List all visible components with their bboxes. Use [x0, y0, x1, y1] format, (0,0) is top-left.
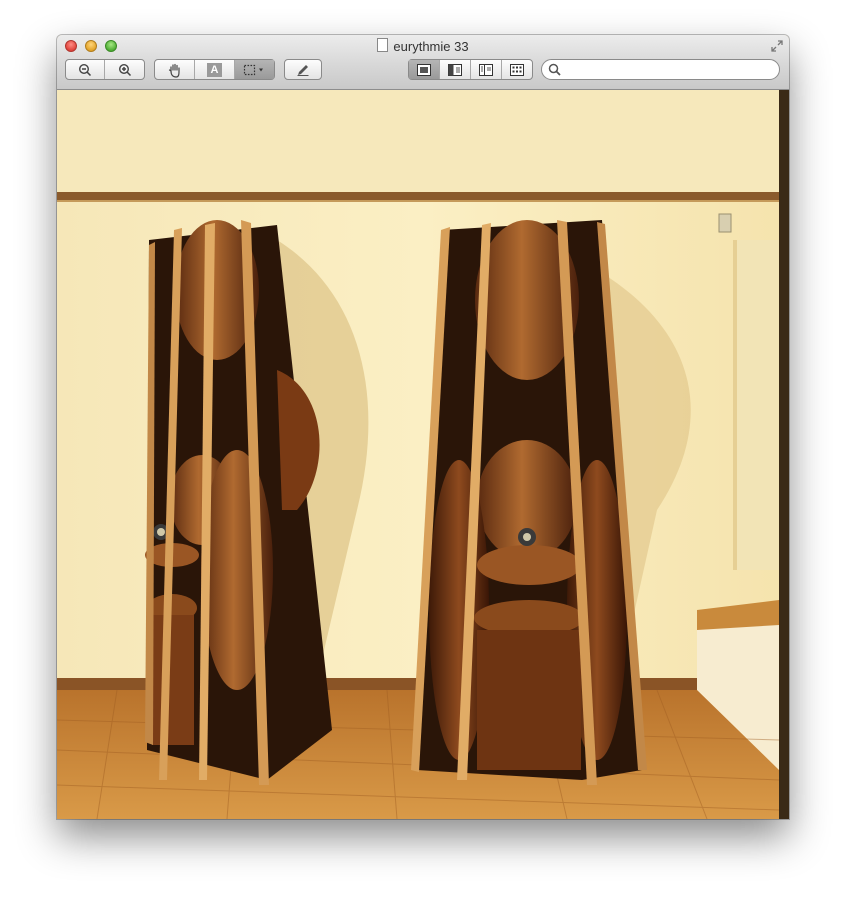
- pencil-icon: [297, 64, 309, 76]
- contact-sheet-icon: [510, 63, 524, 76]
- content-only-view-button[interactable]: [409, 60, 440, 79]
- search-field[interactable]: [541, 59, 780, 80]
- image-canvas: [57, 90, 789, 819]
- view-button-group: [408, 59, 533, 80]
- zoom-in-button[interactable]: [105, 60, 144, 79]
- thumbnails-sidebar-icon: [448, 63, 462, 76]
- zoom-out-button[interactable]: [66, 60, 105, 79]
- tool-button-group: A: [154, 59, 275, 80]
- window-title-area: eurythmie 33: [57, 38, 789, 54]
- search-icon: [548, 63, 561, 76]
- document-icon: [377, 38, 389, 52]
- text-tool-button[interactable]: A: [195, 60, 235, 79]
- fullscreen-icon[interactable]: [771, 39, 783, 52]
- zoom-out-icon: [78, 63, 92, 76]
- table-of-contents-view-button[interactable]: [471, 60, 502, 79]
- zoom-in-icon: [118, 63, 131, 76]
- contact-sheet-view-button[interactable]: [502, 60, 532, 79]
- sculpture-photograph: [57, 90, 789, 819]
- thumbnails-view-button[interactable]: [440, 60, 471, 79]
- titlebar: eurythmie 33 A: [57, 35, 789, 90]
- window-title: eurythmie 33: [393, 39, 469, 54]
- rect-select-icon: [243, 64, 263, 75]
- annotate-button[interactable]: [285, 60, 321, 79]
- search-input[interactable]: [564, 61, 768, 80]
- preview-window: eurythmie 33 A: [57, 35, 789, 819]
- selection-tool-button[interactable]: [235, 60, 274, 79]
- toc-sidebar-icon: [479, 63, 493, 76]
- hand-icon: [168, 63, 180, 78]
- content-only-icon: [417, 63, 431, 76]
- move-tool-button[interactable]: [155, 60, 195, 79]
- text-tool-icon: A: [207, 62, 222, 77]
- annotate-button-group: [284, 59, 322, 80]
- zoom-button-group: [65, 59, 145, 80]
